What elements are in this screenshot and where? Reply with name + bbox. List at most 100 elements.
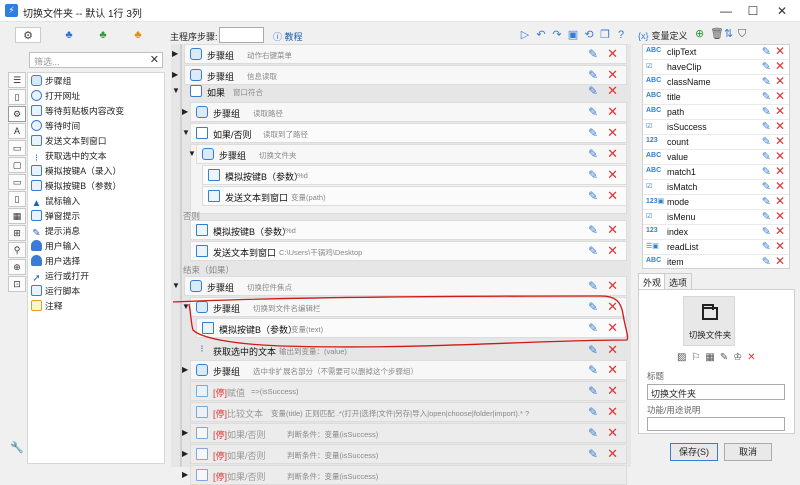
- bookmark-icon[interactable]: ▯: [8, 89, 26, 105]
- delete-x-icon[interactable]: ✕: [607, 320, 618, 336]
- command-item[interactable]: 模拟按键A（录入）: [31, 164, 121, 178]
- edit-pencil-icon[interactable]: ✎: [588, 300, 598, 314]
- sort-icon[interactable]: ⇅: [724, 27, 733, 41]
- variable-row[interactable]: ☰▣ readList ✎ ✕: [643, 239, 789, 255]
- variable-row[interactable]: ABC clipText ✎ ✕: [643, 45, 789, 60]
- collapse-arrow-icon[interactable]: ▼: [172, 86, 180, 95]
- delete-x-icon[interactable]: ✕: [775, 209, 785, 223]
- expand-arrow-icon[interactable]: ▶: [172, 70, 178, 79]
- tab-clover-blue-icon[interactable]: ♣: [56, 27, 82, 43]
- command-item[interactable]: ➚ 运行或打开: [31, 269, 89, 284]
- delete-x-icon[interactable]: ✕: [607, 188, 618, 204]
- save-button[interactable]: 保存(S): [670, 443, 718, 461]
- edit-pencil-icon[interactable]: ✎: [588, 84, 598, 98]
- tab-appearance[interactable]: 外观: [638, 273, 667, 289]
- delete-x-icon[interactable]: ✕: [607, 104, 618, 120]
- collapse-arrow-icon[interactable]: ▼: [188, 149, 196, 158]
- command-item[interactable]: ▲ 鼠标输入: [31, 194, 81, 209]
- edit-pencil-icon[interactable]: ✎: [762, 75, 771, 88]
- close-button[interactable]: ✕: [772, 3, 792, 19]
- run-play-icon[interactable]: ▷: [518, 28, 532, 42]
- edit-pencil-icon[interactable]: ✎: [762, 210, 771, 223]
- variable-row[interactable]: 123 index ✎ ✕: [643, 224, 789, 240]
- plugin-icon[interactable]: ⊡: [8, 276, 26, 292]
- screen-icon[interactable]: ▭: [8, 174, 26, 190]
- tab-clover-orange-icon[interactable]: ♣: [125, 27, 151, 43]
- expand-arrow-icon[interactable]: ▶: [172, 49, 178, 58]
- expand-arrow-icon[interactable]: ▶: [182, 449, 188, 458]
- minimize-button[interactable]: —: [716, 3, 736, 19]
- command-item[interactable]: 等待剪贴板内容改变: [31, 104, 124, 118]
- pen-icon[interactable]: ✎: [720, 352, 733, 363]
- edit-pencil-icon[interactable]: ✎: [588, 105, 598, 119]
- edit-pencil-icon[interactable]: ✎: [588, 223, 598, 237]
- edit-pencil-icon[interactable]: ✎: [762, 195, 771, 208]
- collapse-arrow-icon[interactable]: ▼: [172, 281, 180, 290]
- delete-x-icon[interactable]: ✕: [607, 46, 618, 62]
- add-variable-icon[interactable]: ⊕: [695, 27, 704, 41]
- flag-icon[interactable]: ⚐: [691, 352, 705, 363]
- variable-row[interactable]: 123 count ✎ ✕: [643, 134, 789, 150]
- delete-x-icon[interactable]: ✕: [607, 383, 618, 399]
- variable-row[interactable]: ABC className ✎ ✕: [643, 74, 789, 90]
- flow-step-row[interactable]: 发送文本到窗口 C:\Users\干锅鸡\Desktop ✎ ✕: [190, 241, 627, 261]
- flow-step-row[interactable]: ▶ 步骤组 读取路径 ✎ ✕: [182, 102, 627, 122]
- edit-pencil-icon[interactable]: ✎: [762, 120, 771, 133]
- delete-x-icon[interactable]: ✕: [775, 45, 785, 58]
- variable-row[interactable]: ☑ haveClip ✎ ✕: [643, 59, 789, 75]
- command-item[interactable]: 步骤组: [31, 74, 71, 88]
- expand-arrow-icon[interactable]: ▶: [182, 107, 188, 116]
- command-item[interactable]: 注释: [31, 299, 63, 313]
- edit-pencil-icon[interactable]: ✎: [762, 240, 771, 253]
- edit-pencil-icon[interactable]: ✎: [762, 150, 771, 163]
- command-item[interactable]: ✎ 提示消息: [31, 224, 80, 239]
- edit-pencil-icon[interactable]: ✎: [588, 405, 598, 419]
- edit-pencil-icon[interactable]: ✎: [588, 126, 598, 140]
- delete-x-icon[interactable]: ✕: [775, 149, 785, 163]
- edit-pencil-icon[interactable]: ✎: [762, 165, 771, 178]
- flow-step-row[interactable]: ▼ 步骤组 切换到文件名编辑栏 ✎ ✕: [182, 297, 627, 317]
- main-step-input[interactable]: [219, 27, 264, 43]
- delete-x-icon[interactable]: ✕: [775, 224, 785, 238]
- description-input[interactable]: [647, 417, 785, 431]
- flow-step-row[interactable]: 模拟按键B（参数） %d ✎ ✕: [202, 165, 627, 185]
- flow-step-row-disabled[interactable]: ▶ [停]如果/否则 判断条件：变量(isSuccess) ✎ ✕: [182, 423, 627, 443]
- variable-row[interactable]: ☑ isMenu ✎ ✕: [643, 209, 789, 225]
- edit-pencil-icon[interactable]: ✎: [762, 135, 771, 148]
- layout-icon[interactable]: ⊞: [8, 225, 26, 241]
- expand-arrow-icon[interactable]: ▶: [182, 428, 188, 437]
- command-item[interactable]: ⁝ 获取选中的文本: [31, 149, 107, 164]
- edit-pencil-icon[interactable]: ✎: [588, 189, 598, 203]
- copy-icon[interactable]: ❐: [598, 28, 612, 42]
- command-item[interactable]: 打开网址: [31, 89, 80, 103]
- flow-step-row-disabled[interactable]: [停]赋值 =>(isSuccess) ✎ ✕: [190, 381, 627, 401]
- delete-x-icon[interactable]: ✕: [775, 89, 785, 103]
- text-icon[interactable]: A: [8, 123, 26, 139]
- variable-row[interactable]: ABC item ✎ ✕: [643, 254, 789, 268]
- edit-pencil-icon[interactable]: ✎: [588, 168, 598, 182]
- edit-pencil-icon[interactable]: ✎: [588, 363, 598, 377]
- command-item[interactable]: 用户选择: [31, 254, 80, 268]
- command-icon-preview[interactable]: 切换文件夹: [683, 296, 735, 346]
- delete-x-icon[interactable]: ✕: [607, 278, 618, 294]
- title-input[interactable]: 切换文件夹: [647, 384, 785, 400]
- command-item[interactable]: 等待时间: [31, 119, 80, 133]
- delete-x-icon[interactable]: ✕: [775, 194, 785, 208]
- gear-icon[interactable]: ⚙: [8, 106, 26, 122]
- redo-icon[interactable]: ↷: [550, 28, 564, 42]
- edit-pencil-icon[interactable]: ✎: [588, 343, 598, 357]
- flow-step-row[interactable]: ▶ 步骤组 选中非扩展名部分（不需要可以删掉这个步骤组） ✎ ✕: [182, 360, 627, 380]
- command-item[interactable]: 发送文本到窗口: [31, 134, 107, 148]
- delete-x-icon[interactable]: ✕: [775, 74, 785, 88]
- command-item[interactable]: 运行脚本: [31, 284, 80, 298]
- delete-variable-icon[interactable]: 🗑: [710, 27, 724, 41]
- edit-pencil-icon[interactable]: ✎: [762, 255, 771, 268]
- window-icon[interactable]: ▢: [8, 157, 26, 173]
- delete-x-icon[interactable]: ✕: [607, 146, 618, 162]
- edit-pencil-icon[interactable]: ✎: [588, 244, 598, 258]
- delete-x-icon[interactable]: ✕: [775, 104, 785, 118]
- flow-step-row[interactable]: ▼ 步骤组 切换文件夹 ✎ ✕: [188, 144, 627, 164]
- delete-x-icon[interactable]: ✕: [607, 125, 618, 141]
- undo-icon[interactable]: ↶: [534, 28, 548, 42]
- edit-pencil-icon[interactable]: ✎: [588, 68, 598, 82]
